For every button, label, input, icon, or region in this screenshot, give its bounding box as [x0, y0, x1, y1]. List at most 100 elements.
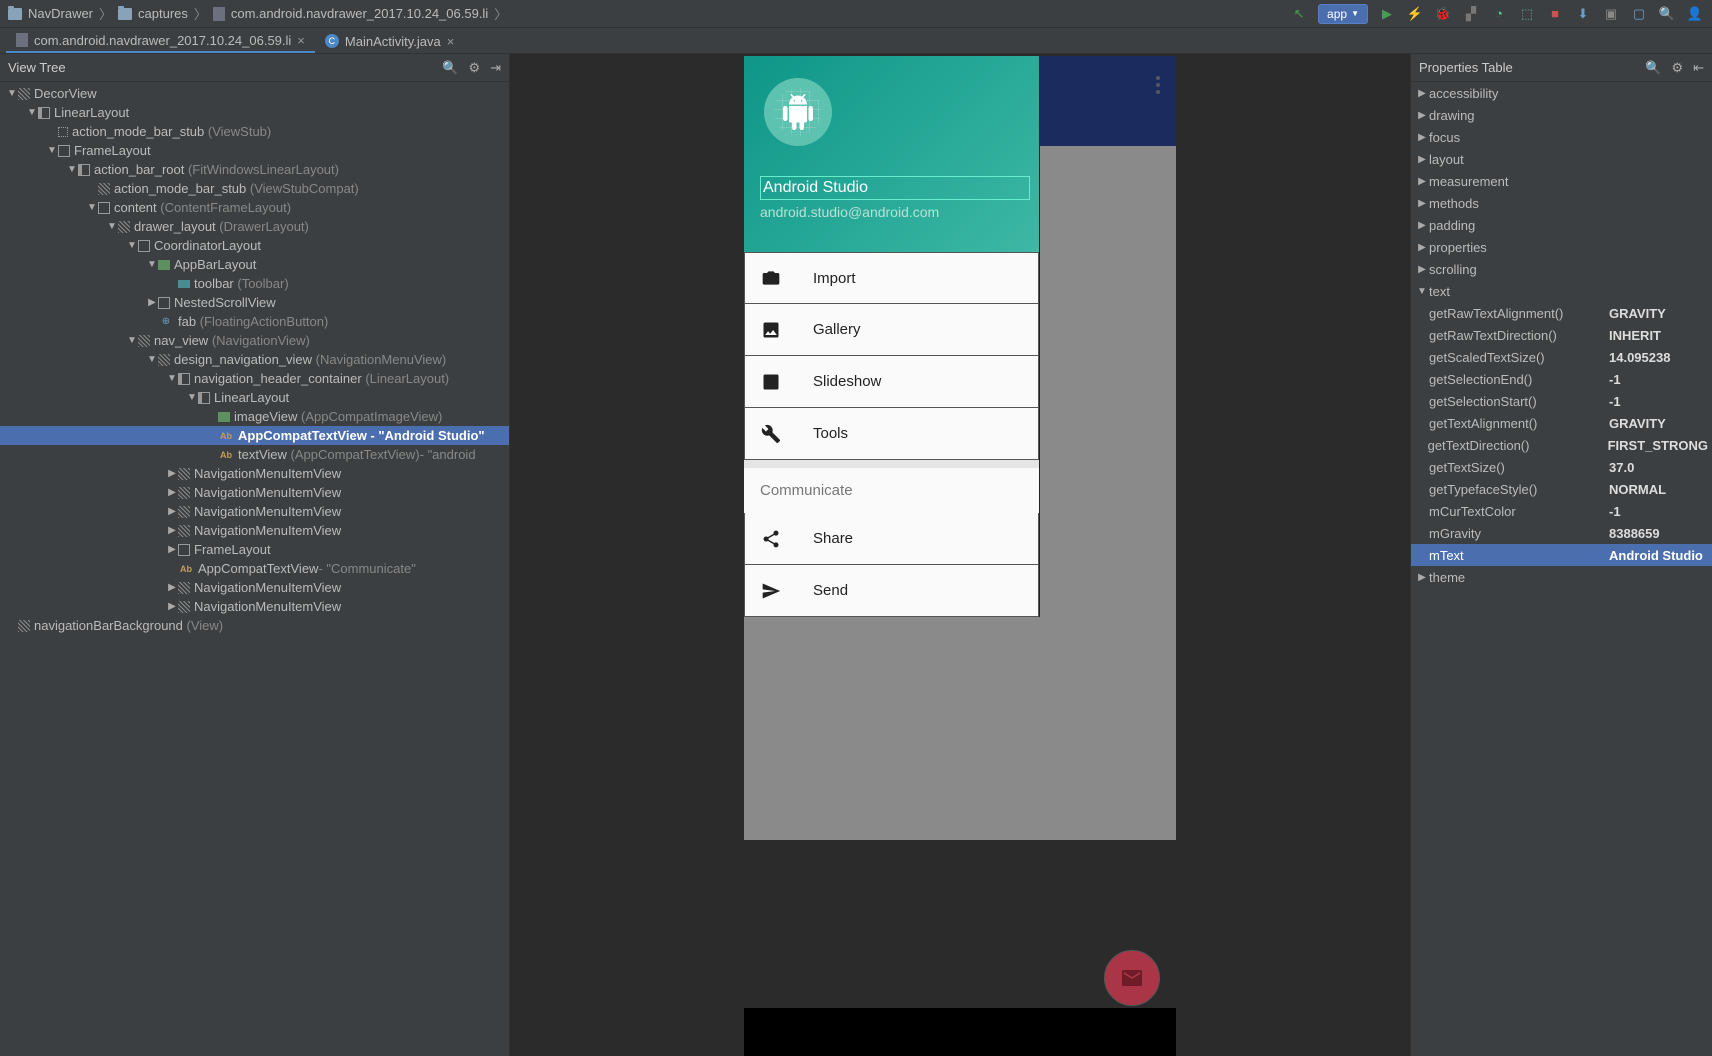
prop-row[interactable]: getTextDirection()FIRST_STRONG	[1411, 434, 1712, 456]
breadcrumb-item-root[interactable]: NavDrawer	[8, 6, 93, 21]
search-icon[interactable]: 🔍	[1645, 60, 1661, 76]
download-icon[interactable]: ⬇	[1574, 5, 1592, 23]
nav-item-send[interactable]: Send	[744, 565, 1039, 617]
avd-icon[interactable]: ▢	[1630, 5, 1648, 23]
search-icon[interactable]: 🔍	[1658, 5, 1676, 23]
tree-row[interactable]: LinearLayout	[0, 388, 509, 407]
run-config-select[interactable]: app	[1318, 4, 1368, 24]
prop-group[interactable]: accessibility	[1411, 82, 1712, 104]
nav-item-import[interactable]: Import	[744, 252, 1039, 304]
tree-row[interactable]: FrameLayout	[0, 540, 509, 559]
search-icon[interactable]: 🔍	[442, 60, 458, 76]
fab-button[interactable]	[1104, 950, 1160, 1006]
attach-icon[interactable]: ⬚	[1518, 5, 1536, 23]
tree-row[interactable]: NavigationMenuItemView	[0, 483, 509, 502]
tree-row[interactable]: action_bar_root (FitWindowsLinearLayout)	[0, 160, 509, 179]
tab-layout-inspector[interactable]: com.android.navdrawer_2017.10.24_06.59.l…	[6, 29, 315, 53]
prop-row[interactable]: getTextSize()37.0	[1411, 456, 1712, 478]
tree-row[interactable]: FrameLayout	[0, 141, 509, 160]
prop-row[interactable]: mGravity8388659	[1411, 522, 1712, 544]
profile-icon[interactable]: ▞	[1462, 5, 1480, 23]
prop-row[interactable]: getRawTextDirection()INHERIT	[1411, 324, 1712, 346]
lightning-icon[interactable]: ⚡	[1406, 5, 1424, 23]
tree-row[interactable]: CoordinatorLayout	[0, 236, 509, 255]
prop-row[interactable]: getTypefaceStyle()NORMAL	[1411, 478, 1712, 500]
tree-row[interactable]: NestedScrollView	[0, 293, 509, 312]
tree-row[interactable]: navigationBarBackground (View)	[0, 616, 509, 635]
prop-row[interactable]: getSelectionEnd()-1	[1411, 368, 1712, 390]
breadcrumb-item-file[interactable]: com.android.navdrawer_2017.10.24_06.59.l…	[213, 6, 488, 21]
stop-icon[interactable]: ■	[1546, 5, 1564, 23]
collapse-icon[interactable]: ⇥	[490, 60, 501, 76]
prop-group[interactable]: focus	[1411, 126, 1712, 148]
gear-icon[interactable]: ⚙	[1671, 60, 1683, 76]
avatar-icon[interactable]: 👤	[1686, 5, 1704, 23]
gauge-icon[interactable]: ◔	[1490, 5, 1508, 23]
tree-row[interactable]: design_navigation_view (NavigationMenuVi…	[0, 350, 509, 369]
close-icon[interactable]: ×	[447, 34, 455, 49]
prop-row[interactable]: getSelectionStart()-1	[1411, 390, 1712, 412]
tree-row[interactable]: content (ContentFrameLayout)	[0, 198, 509, 217]
nav-item-tools[interactable]: Tools	[744, 408, 1039, 460]
tree-row[interactable]: DecorView	[0, 84, 509, 103]
collapse-icon[interactable]: ⇤	[1693, 60, 1704, 76]
tree-row[interactable]: imageView (AppCompatImageView)	[0, 407, 509, 426]
tree-row[interactable]: navigation_header_container (LinearLayou…	[0, 369, 509, 388]
tree-hint: (NavigationMenuView)	[316, 352, 447, 367]
gallery-icon	[761, 320, 781, 340]
prop-group[interactable]: drawing	[1411, 104, 1712, 126]
layout-icon	[198, 392, 210, 404]
tree-label: design_navigation_view	[174, 352, 312, 367]
properties-list[interactable]: accessibility drawing focus layout measu…	[1411, 82, 1712, 1056]
tree-row[interactable]: textView (AppCompatTextView) - "android	[0, 445, 509, 464]
tree-row[interactable]: action_mode_bar_stub (ViewStubCompat)	[0, 179, 509, 198]
tree-row[interactable]: action_mode_bar_stub (ViewStub)	[0, 122, 509, 141]
view-icon	[138, 335, 150, 347]
tree-row[interactable]: AppBarLayout	[0, 255, 509, 274]
prop-group[interactable]: methods	[1411, 192, 1712, 214]
text-icon	[218, 428, 234, 444]
prop-row[interactable]: getRawTextAlignment()GRAVITY	[1411, 302, 1712, 324]
tree-row[interactable]: AppCompatTextView - "Communicate"	[0, 559, 509, 578]
tree-row[interactable]: nav_view (NavigationView)	[0, 331, 509, 350]
breadcrumb-item-captures[interactable]: captures	[118, 6, 188, 21]
nav-item-gallery[interactable]: Gallery	[744, 304, 1039, 356]
tree-row[interactable]: drawer_layout (DrawerLayout)	[0, 217, 509, 236]
tree-row[interactable]: toolbar (Toolbar)	[0, 274, 509, 293]
run-icon[interactable]: ▶	[1378, 5, 1396, 23]
device-preview[interactable]: Android Studio android.studio@android.co…	[744, 56, 1176, 1056]
gear-icon[interactable]: ⚙	[468, 60, 480, 76]
prop-group[interactable]: scrolling	[1411, 258, 1712, 280]
tree-row[interactable]: NavigationMenuItemView	[0, 597, 509, 616]
prop-group[interactable]: measurement	[1411, 170, 1712, 192]
prop-row[interactable]: mCurTextColor-1	[1411, 500, 1712, 522]
prop-row-selected[interactable]: mTextAndroid Studio	[1411, 544, 1712, 566]
overflow-menu-icon[interactable]	[1156, 76, 1160, 94]
nav-item-share[interactable]: Share	[744, 513, 1039, 565]
tree-row[interactable]: ⊕fab (FloatingActionButton)	[0, 312, 509, 331]
tree-row[interactable]: LinearLayout	[0, 103, 509, 122]
prop-group[interactable]: properties	[1411, 236, 1712, 258]
prop-row[interactable]: getScaledTextSize()14.095238	[1411, 346, 1712, 368]
nav-item-slideshow[interactable]: Slideshow	[744, 356, 1039, 408]
hammer-icon[interactable]: ↖	[1290, 5, 1308, 23]
tree-row[interactable]: NavigationMenuItemView	[0, 464, 509, 483]
tree-row[interactable]: NavigationMenuItemView	[0, 578, 509, 597]
tree-row[interactable]: NavigationMenuItemView	[0, 521, 509, 540]
prop-group[interactable]: theme	[1411, 566, 1712, 588]
tree-row[interactable]: NavigationMenuItemView	[0, 502, 509, 521]
tab-mainactivity[interactable]: C MainActivity.java ×	[315, 29, 464, 53]
tree-label: NavigationMenuItemView	[194, 523, 341, 538]
sdk-icon[interactable]: ▣	[1602, 5, 1620, 23]
prop-group[interactable]: padding	[1411, 214, 1712, 236]
prop-row[interactable]: getTextAlignment()GRAVITY	[1411, 412, 1712, 434]
prop-key: getScaledTextSize()	[1429, 350, 1609, 365]
tree-row-selected[interactable]: AppCompatTextView - "Android Studio"	[0, 426, 509, 445]
wrench-icon	[761, 424, 781, 444]
debug-icon[interactable]: 🐞	[1434, 5, 1452, 23]
view-icon	[18, 88, 30, 100]
view-tree[interactable]: DecorView LinearLayout action_mode_bar_s…	[0, 82, 509, 1056]
close-icon[interactable]: ×	[297, 33, 305, 48]
prop-group[interactable]: layout	[1411, 148, 1712, 170]
prop-group[interactable]: text	[1411, 280, 1712, 302]
